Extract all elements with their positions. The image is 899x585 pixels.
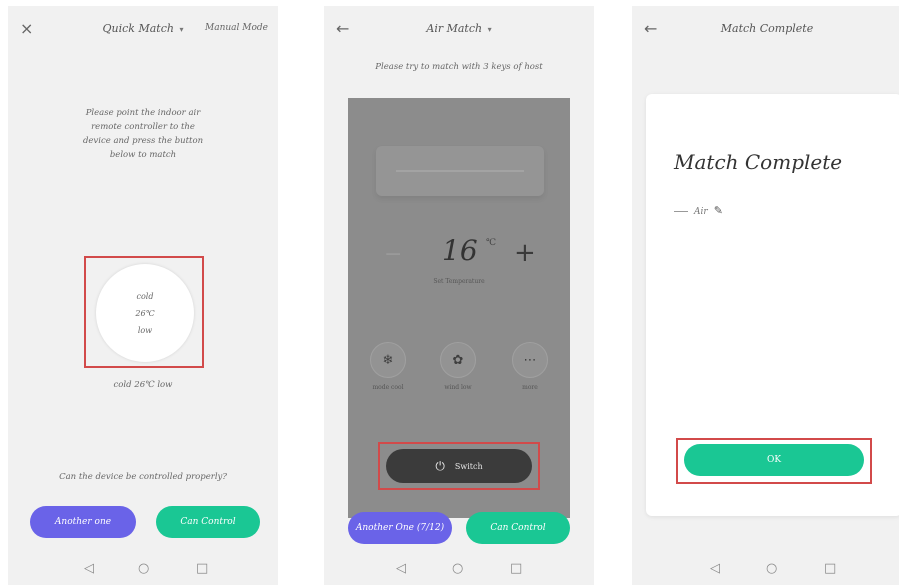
control-question: Can the device be controlled properly?	[59, 472, 227, 482]
key-line-mode: cold	[136, 291, 154, 301]
more-icon: ⋯	[523, 352, 537, 368]
nav-home-icon[interactable]: ○	[138, 561, 149, 576]
top-bar: × Quick Match ▾ Manual Mode	[8, 6, 278, 52]
nav-back-icon[interactable]: ◁	[396, 561, 406, 576]
page-title-text: Quick Match	[102, 22, 174, 35]
temperature-unit: ℃	[486, 238, 497, 248]
switch-label: Switch	[454, 461, 483, 471]
more-label: more	[522, 384, 538, 391]
system-nav-bar: ◁ ○ □	[8, 561, 278, 581]
nav-back-icon[interactable]: ◁	[710, 561, 720, 576]
temp-decrease-button[interactable]: −	[384, 242, 402, 267]
wind-button[interactable]: ✿	[440, 342, 476, 378]
manual-mode-link[interactable]: Manual Mode	[205, 23, 268, 33]
nav-recent-icon[interactable]: □	[824, 561, 836, 576]
card-title: Match Complete	[674, 150, 843, 174]
chevron-down-icon: ▾	[179, 25, 184, 34]
top-bar: ← Air Match ▾	[324, 6, 594, 52]
ok-button[interactable]: OK	[684, 444, 864, 476]
another-one-button[interactable]: Another One (7/12)	[348, 512, 452, 544]
device-name-row: Air ✎	[674, 204, 723, 217]
nav-recent-icon[interactable]: □	[510, 561, 522, 576]
match-key-button[interactable]: cold 26℃ low	[96, 264, 194, 362]
match-hint: Please try to match with 3 keys of host	[375, 62, 543, 72]
air-match-screen: ← Air Match ▾ Please try to match with 3…	[324, 6, 594, 585]
chevron-down-icon: ▾	[487, 25, 492, 34]
dash-divider	[674, 211, 688, 212]
temp-increase-button[interactable]: +	[514, 238, 536, 268]
mode-button[interactable]: ❄	[370, 342, 406, 378]
edit-pencil-icon[interactable]: ✎	[714, 204, 723, 217]
match-complete-screen: ← Match Complete Match Complete Air ✎ OK …	[632, 6, 899, 585]
nav-recent-icon[interactable]: □	[196, 561, 208, 576]
top-bar: ← Match Complete	[632, 6, 899, 52]
page-title-text: Air Match	[426, 22, 483, 35]
ac-unit-illustration	[376, 146, 544, 196]
nav-home-icon[interactable]: ○	[452, 561, 463, 576]
nav-home-icon[interactable]: ○	[766, 561, 777, 576]
key-caption: cold 26℃ low	[113, 380, 173, 390]
system-nav-bar: ◁ ○ □	[632, 561, 899, 581]
temperature-value: 16	[442, 234, 478, 267]
page-title: Match Complete	[720, 22, 814, 35]
nav-back-icon[interactable]: ◁	[84, 561, 94, 576]
snowflake-icon: ❄	[382, 352, 394, 368]
match-complete-card: Match Complete Air ✎ OK	[646, 94, 899, 516]
can-control-button[interactable]: Can Control	[466, 512, 570, 544]
match-instruction: Please point the indoor air remote contr…	[82, 108, 204, 160]
temperature-label: Set Temperature	[433, 278, 485, 285]
fan-icon: ✿	[452, 352, 464, 368]
switch-button[interactable]: ⏻ Switch	[386, 449, 532, 483]
can-control-button[interactable]: Can Control	[156, 506, 260, 538]
system-nav-bar: ◁ ○ □	[324, 561, 594, 581]
another-one-button[interactable]: Another one	[30, 506, 136, 538]
ac-unit-vent	[396, 170, 524, 172]
page-title[interactable]: Air Match ▾	[324, 22, 594, 35]
device-name: Air	[694, 207, 708, 217]
key-line-fan: low	[137, 325, 153, 335]
key-line-temp: 26℃	[135, 308, 155, 318]
mode-label: mode cool	[372, 384, 404, 391]
power-icon: ⏻	[435, 458, 445, 473]
more-button[interactable]: ⋯	[512, 342, 548, 378]
quick-match-screen: × Quick Match ▾ Manual Mode Please point…	[8, 6, 278, 585]
wind-label: wind low	[444, 384, 472, 391]
